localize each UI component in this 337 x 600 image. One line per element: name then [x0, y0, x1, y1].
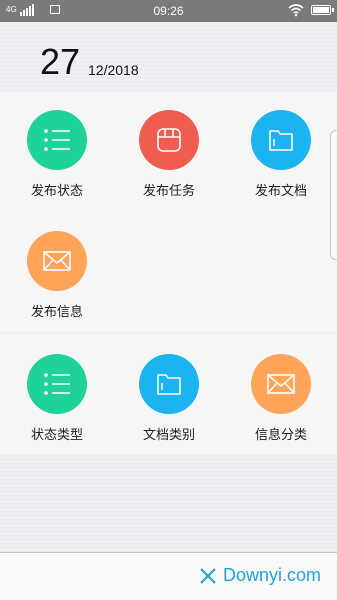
- tile-label: 发布状态: [30, 184, 83, 199]
- publish-panel: 发布状态 发布任务 发布文档 发布信息: [0, 92, 337, 332]
- publish-status-button[interactable]: 发布状态: [2, 110, 112, 199]
- date-day: 27: [40, 41, 81, 82]
- watermark: Downyi.com: [199, 565, 321, 586]
- tile-label: 信息分类: [254, 428, 307, 443]
- folder-icon: [251, 110, 311, 170]
- info-category-button[interactable]: 信息分类: [226, 354, 336, 443]
- close-icon: [200, 567, 216, 584]
- footer-bar: Downyi.com: [0, 552, 337, 600]
- category-panel: 状态类型 文档类别 信息分类: [0, 334, 337, 454]
- wifi-icon: [288, 4, 304, 17]
- list-icon: [27, 110, 87, 170]
- calendar-icon: [139, 110, 199, 170]
- mail-icon: [251, 354, 311, 414]
- publish-document-button[interactable]: 发布文档: [226, 110, 336, 199]
- folder-icon: [139, 354, 199, 414]
- watermark-text: Downyi.com: [222, 565, 321, 585]
- status-type-button[interactable]: 状态类型: [2, 354, 112, 443]
- tile-label: 发布信息: [30, 305, 83, 320]
- date-month-year: 12/2018: [88, 62, 139, 78]
- empty-area: [0, 456, 337, 552]
- document-category-button[interactable]: 文档类别: [114, 354, 224, 443]
- date-header: 27 12/2018: [0, 22, 337, 90]
- publish-info-button[interactable]: 发布信息: [2, 231, 112, 320]
- status-time: 09:26: [153, 4, 184, 18]
- status-bar: 4G 09:26: [0, 0, 337, 22]
- tile-label: 发布文档: [254, 184, 307, 199]
- battery-icon: [311, 5, 334, 15]
- mail-icon: [27, 231, 87, 291]
- tile-label: 状态类型: [30, 428, 83, 443]
- list-icon: [27, 354, 87, 414]
- tile-label: 发布任务: [142, 184, 195, 199]
- drawer-handle[interactable]: [330, 130, 337, 260]
- tile-label: 文档类别: [142, 428, 195, 443]
- publish-task-button[interactable]: 发布任务: [114, 110, 224, 199]
